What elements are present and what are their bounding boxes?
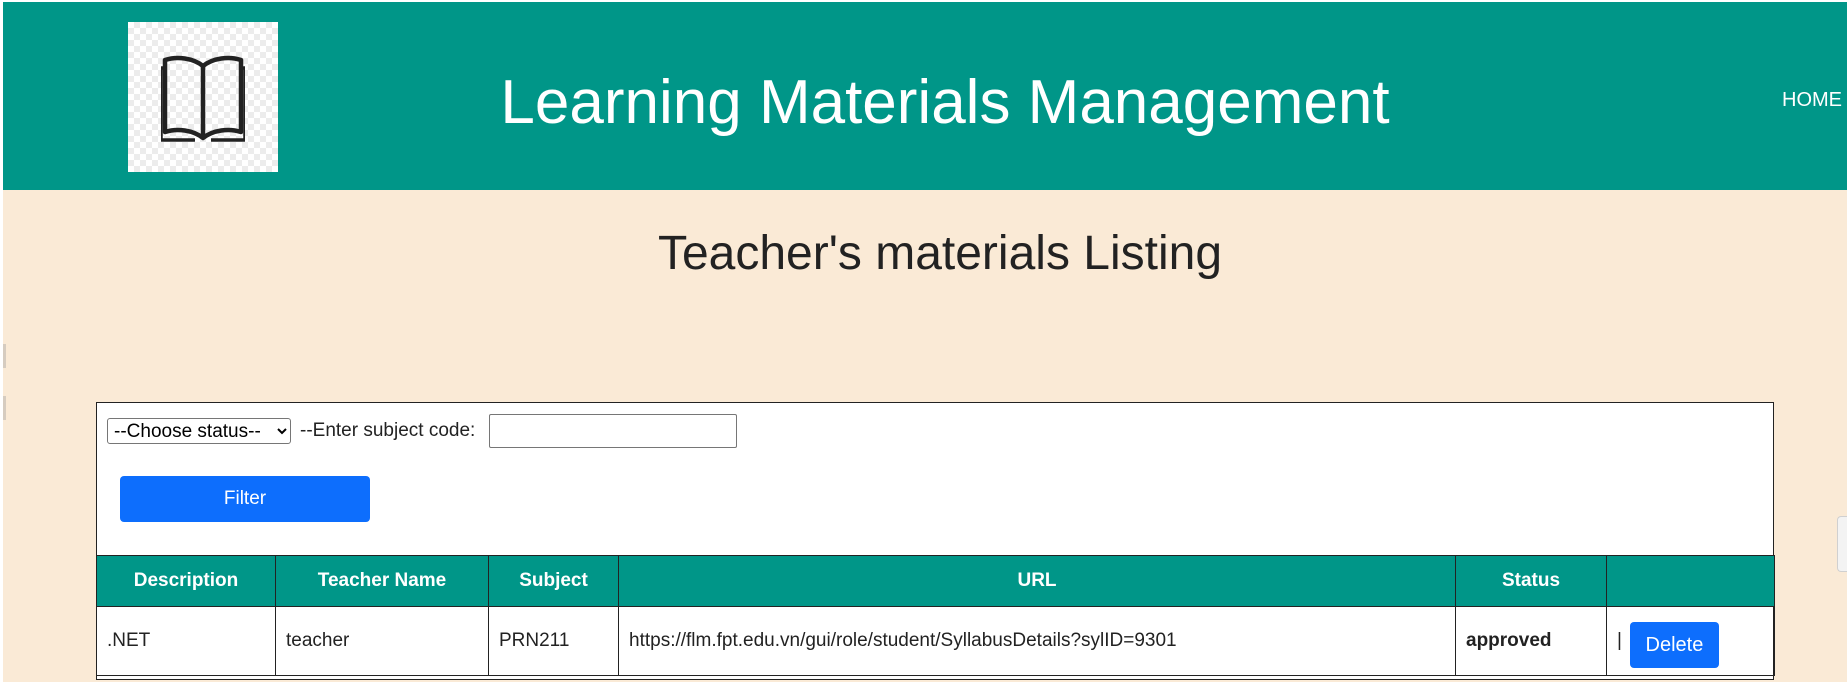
delete-button[interactable]: Delete <box>1629 622 1719 668</box>
materials-panel: --Choose status-- --Enter subject code: … <box>96 402 1775 680</box>
column-header-url: URL <box>618 555 1456 607</box>
nav-home-link[interactable]: HOME <box>1782 88 1842 112</box>
cell-subject: PRN211 <box>488 606 619 676</box>
column-header-teacher-name: Teacher Name <box>275 555 489 607</box>
column-header-subject: Subject <box>488 555 619 607</box>
subject-code-input[interactable] <box>489 414 737 448</box>
column-header-actions <box>1606 555 1775 607</box>
app-title: Learning Materials Management <box>500 68 1390 137</box>
page-frame: Learning Materials Management HOME Teach… <box>3 2 1847 682</box>
page-title: Teacher's materials Listing <box>657 227 1223 280</box>
left-edge-mark <box>3 344 6 368</box>
header-bar: Learning Materials Management HOME <box>3 2 1847 190</box>
column-header-status: Status <box>1455 555 1607 607</box>
cell-description: .NET <box>96 606 276 676</box>
cell-actions: | Delete <box>1606 606 1775 676</box>
side-panel-tab[interactable] <box>1837 516 1847 572</box>
table-header-row: Description Teacher Name Subject URL Sta… <box>96 555 1775 607</box>
subject-code-label: --Enter subject code: <box>300 420 476 441</box>
filter-button[interactable]: Filter <box>120 476 370 522</box>
action-separator: | <box>1617 630 1622 652</box>
left-edge-mark <box>3 396 6 420</box>
column-header-description: Description <box>96 555 276 607</box>
table-row: .NET teacher PRN211 https://flm.fpt.edu.… <box>96 606 1775 676</box>
cell-url: https://flm.fpt.edu.vn/gui/role/student/… <box>618 606 1456 676</box>
materials-table: Description Teacher Name Subject URL Sta… <box>96 555 1775 676</box>
cell-teacher-name: teacher <box>275 606 489 676</box>
cell-status: approved <box>1455 606 1607 676</box>
status-select[interactable]: --Choose status-- <box>107 418 291 444</box>
